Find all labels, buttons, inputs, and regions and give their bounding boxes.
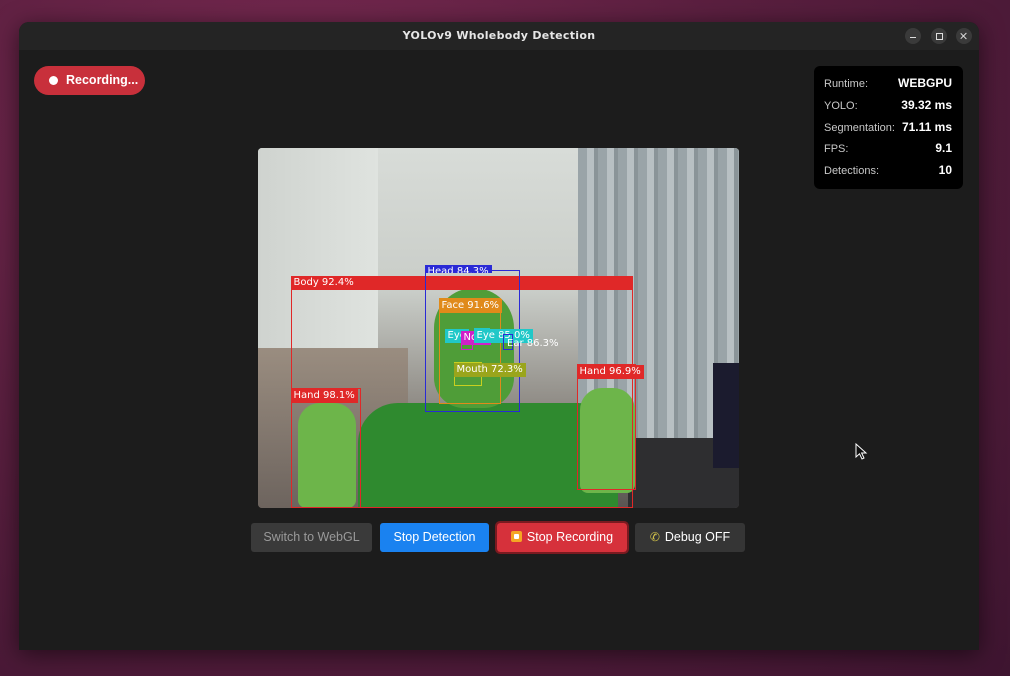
stat-value: WEBGPU bbox=[898, 76, 952, 90]
detection-label: Face 91.6% bbox=[438, 299, 503, 313]
camera-view: Body 92.4% Head 84.3% Face 91.6% Eye Nos… bbox=[258, 148, 739, 508]
detection-box-mouth: Mouth 72.3% bbox=[453, 362, 526, 386]
detection-box-eye: Eye bbox=[444, 329, 469, 343]
detection-label: Hand 96.9% bbox=[576, 365, 644, 379]
switch-webgl-button[interactable]: Switch to WebGL bbox=[251, 523, 372, 552]
detection-box-hand: Hand 96.9% bbox=[576, 364, 644, 490]
stat-value: 39.32 ms bbox=[901, 97, 952, 112]
stat-row-segmentation: Segmentation: 71.11 ms bbox=[824, 120, 952, 142]
stat-row-yolo: YOLO: 39.32 ms bbox=[824, 98, 952, 120]
stop-recording-button[interactable]: Stop Recording bbox=[495, 521, 629, 554]
stat-label: YOLO: bbox=[824, 99, 858, 112]
phone-icon: ✆ bbox=[649, 530, 660, 544]
minimize-icon[interactable] bbox=[905, 28, 921, 44]
recording-badge-label: Recording... bbox=[66, 73, 139, 87]
window-title: YOLOv9 Wholebody Detection bbox=[402, 29, 596, 42]
stat-row-detections: Detections: 10 bbox=[824, 163, 952, 185]
debug-toggle-label: Debug OFF bbox=[664, 530, 731, 544]
stat-row-fps: FPS: 9.1 bbox=[824, 141, 952, 163]
stat-label: Detections: bbox=[824, 165, 880, 178]
recording-badge: Recording... bbox=[34, 66, 145, 95]
scene-monitor bbox=[713, 363, 739, 468]
close-icon[interactable] bbox=[956, 28, 972, 44]
detection-label: Hand 98.1% bbox=[290, 389, 358, 403]
detection-label: Head 84.3% bbox=[424, 265, 492, 273]
detection-box-ear: Ear 86.3% bbox=[503, 334, 559, 350]
detection-box-eye: Eye 85.0% bbox=[473, 328, 533, 343]
stat-row-runtime: Runtime: WEBGPU bbox=[824, 76, 952, 98]
stat-value: 9.1 bbox=[935, 141, 952, 156]
stat-label: Runtime: bbox=[824, 78, 869, 90]
detection-label: Mouth 72.3% bbox=[453, 363, 526, 377]
detection-box-nose: Nose bbox=[460, 331, 492, 350]
stat-value: 10 bbox=[938, 163, 952, 178]
stats-panel: Runtime: WEBGPU YOLO: 39.32 ms Segmentat… bbox=[814, 66, 963, 189]
maximize-icon[interactable] bbox=[931, 28, 947, 44]
stop-recording-label: Stop Recording bbox=[526, 530, 614, 544]
title-bar[interactable]: YOLOv9 Wholebody Detection bbox=[19, 22, 979, 50]
detection-label: Body 92.4% bbox=[293, 277, 354, 288]
record-dot-icon bbox=[49, 76, 58, 85]
app-window: YOLOv9 Wholebody Detection Recording... … bbox=[19, 22, 979, 650]
stat-value: 71.11 ms bbox=[901, 119, 952, 134]
stat-label: Segmentation: bbox=[824, 121, 895, 134]
detection-box-hand: Hand 98.1% bbox=[290, 388, 361, 508]
debug-toggle-button[interactable]: ✆ Debug OFF bbox=[635, 523, 745, 552]
stop-square-icon bbox=[510, 531, 522, 542]
stat-label: FPS: bbox=[824, 143, 849, 156]
stop-detection-button[interactable]: Stop Detection bbox=[380, 523, 489, 552]
detection-box-face: Face 91.6% bbox=[438, 298, 503, 404]
detection-label: Ear 86.3% bbox=[507, 338, 559, 349]
mouse-cursor-icon bbox=[855, 443, 868, 460]
